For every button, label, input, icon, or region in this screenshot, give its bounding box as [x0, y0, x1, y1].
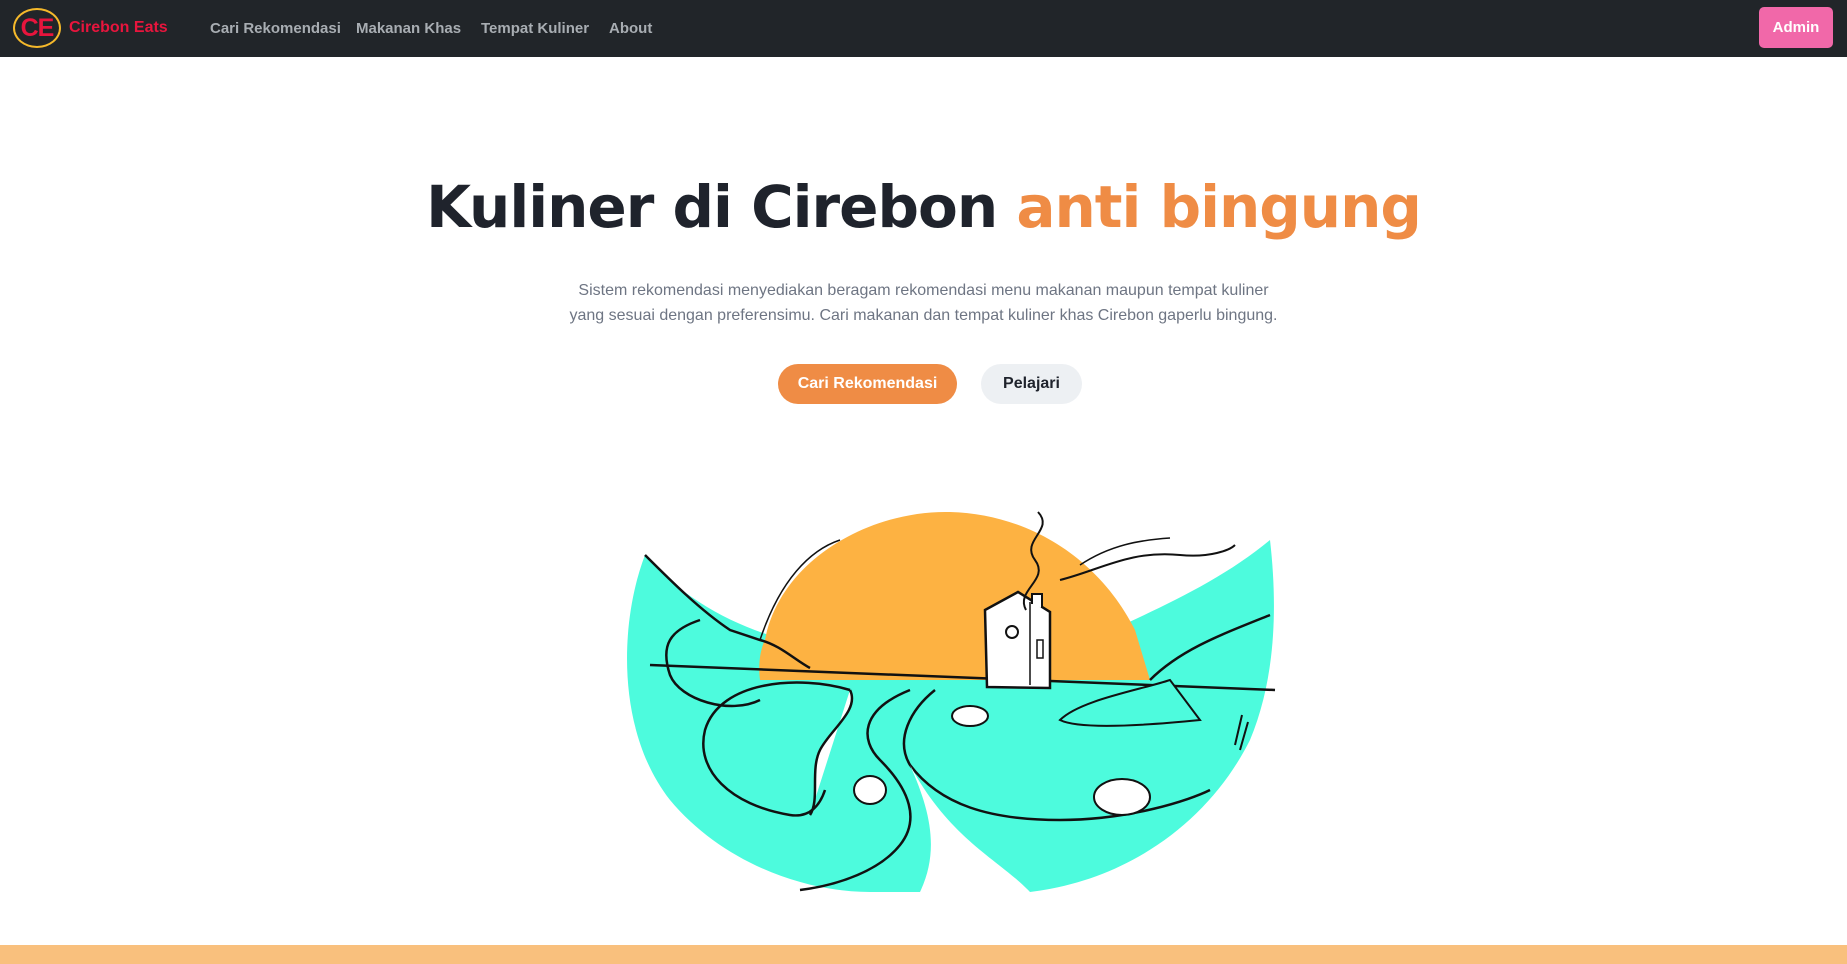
pelajari-button[interactable]: Pelajari [981, 364, 1082, 404]
footer-band [0, 945, 1847, 964]
navbar: CE Cirebon Eats Cari Rekomendasi Makanan… [0, 0, 1847, 57]
landscape-illustration [627, 511, 1276, 892]
hero-description: Sistem rekomendasi menyediakan beragam r… [569, 282, 1278, 324]
nav-link-makanan-khas[interactable]: Makanan Khas [356, 20, 461, 37]
hero-title-accent: anti bingung [1016, 173, 1422, 241]
cari-rekomendasi-button[interactable]: Cari Rekomendasi [778, 364, 957, 404]
hero-title: Kuliner di Cirebon anti bingung [0, 173, 1847, 241]
hero-title-main: Kuliner di Cirebon [426, 173, 1017, 241]
admin-button[interactable]: Admin [1759, 7, 1833, 48]
nav-link-about[interactable]: About [609, 20, 652, 37]
logo-badge[interactable]: CE [13, 8, 61, 48]
nav-link-cari-rekomendasi[interactable]: Cari Rekomendasi [210, 20, 341, 37]
nav-link-tempat-kuliner[interactable]: Tempat Kuliner [481, 20, 589, 37]
brand-name[interactable]: Cirebon Eats [69, 19, 168, 37]
